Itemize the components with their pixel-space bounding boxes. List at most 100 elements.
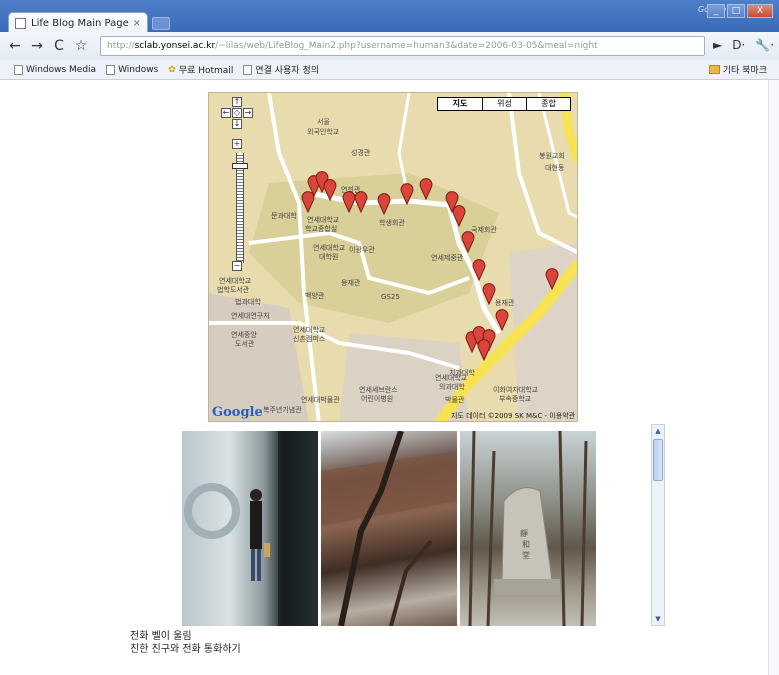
map-label: 법학도서관 [217,286,250,294]
map-type-hybrid-button[interactable]: 종합 [526,98,570,110]
folder-icon [708,65,720,74]
star-icon[interactable]: ☆ [72,38,90,54]
photo-lobby[interactable] [182,431,318,626]
pan-right-button[interactable]: → [243,108,253,118]
zoom-in-button[interactable]: + [232,139,242,149]
pan-up-button[interactable]: ↑ [232,97,242,107]
url-prefix: http:// [107,41,135,51]
bookmark-label: Windows Media [26,64,97,75]
map-label: 성경관 [351,149,371,157]
map-label: 법과대학 [235,298,261,306]
map-label: 치과대학 [449,369,475,377]
map-copyright[interactable]: 지도 데이터 ©2009 SK M&C - 이용약관 [451,411,575,421]
pan-center-button[interactable]: ◇ [232,108,242,118]
stone-inscription: 靜 [520,528,528,538]
pan-left-button[interactable]: ← [221,108,231,118]
bookmark-label: 기타 북마크 [722,66,767,76]
map-label: 용재관 [495,299,515,307]
photo-scrollbar[interactable]: ▲ ▼ [651,424,665,626]
zoom-control: ↑ ← ◇ → ↓ + − [217,97,257,272]
map-label: 백양관 [305,292,325,300]
bookmark-windows[interactable]: Windows [106,64,158,75]
map-label: 의과대학 [439,383,465,391]
page-right-edge [768,80,779,675]
map-label: 국제회관 [471,226,497,234]
zoom-slider[interactable] [236,153,244,263]
map-label: 도서관 [235,340,255,348]
wrench-icon[interactable]: 🔧· [755,38,774,52]
bookmark-windows-media[interactable]: Windows Media [14,64,97,75]
person-body [250,501,262,549]
stone-inscription: 和 [522,540,530,549]
window-controls: _ □ X [707,4,773,18]
map-label: 부속중학교 [499,395,532,403]
photo-lobby-content [184,431,318,626]
forward-button[interactable]: → [28,38,46,54]
toolbar-right: ► D· 🔧· [713,38,774,52]
back-button[interactable]: ← [6,38,24,54]
map-label: 서울 [317,118,330,126]
close-window-button[interactable]: X [747,4,773,18]
close-icon[interactable]: × [133,18,141,29]
page-icon [106,64,116,75]
reload-button[interactable]: C [50,38,68,54]
scroll-up-icon[interactable]: ▲ [652,425,664,437]
stone-base [494,579,560,595]
photo-monument-content: 靜 和 堂 [468,431,588,626]
map-label: 봉원교회 [539,152,565,160]
scroll-thumb[interactable] [653,439,663,481]
photo-caption: 전화 벨이 울림 친한 친구와 전화 통화하기 [130,630,241,656]
map-label: 학교종합실 [305,225,338,233]
map-label: 외국인학교 [307,128,340,136]
map-label: 복주년기념관 [263,406,302,414]
tab-life-blog[interactable]: Life Blog Main Page × [8,12,148,34]
map-tiles [209,93,577,421]
pan-down-button[interactable]: ↓ [232,119,242,129]
zoom-slider-thumb[interactable] [232,163,248,169]
map-type-control: 지도 위성 종합 [437,97,571,111]
photo-stone-monument[interactable]: 靜 和 堂 [460,431,596,626]
person-leg [257,549,261,581]
map-label: 학생회관 [379,219,405,227]
map-label: 용재관 [341,279,361,287]
page-icon [15,18,26,29]
map-label: 대학원 [319,253,339,261]
title-bar: Life Blog Main Page × Google _ □ X [0,0,779,34]
map-label: 박물관 [445,396,465,404]
minimize-button[interactable]: _ [707,4,725,18]
bookmark-label: 연결 사용자 정의 [255,66,320,76]
maximize-button[interactable]: □ [727,4,745,18]
map-label: 연세제중관 [431,254,464,262]
map-label: GS25 [381,293,400,301]
photo-tree-content [321,431,457,626]
map-label: 대현동 [545,164,565,172]
caption-line-2: 친한 친구와 전화 통화하기 [130,644,241,655]
page-icon [14,64,23,75]
bag [264,543,270,557]
bookmark-hotmail[interactable]: ✿ 무료 Hotmail [168,63,234,77]
address-bar[interactable]: http://sclab.yonsei.ac.kr/~lilas/web/Lif… [100,36,705,56]
go-button[interactable]: ► [713,38,722,52]
other-bookmarks[interactable]: 기타 북마크 [708,63,767,76]
page-icon [243,64,253,75]
msn-butterfly-icon: ✿ [168,64,176,75]
photo-tree-wall[interactable] [321,431,457,626]
person-head [250,489,262,501]
dark-pillar [278,431,318,626]
bookmark-custom-links[interactable]: 연결 사용자 정의 [243,63,319,76]
caption-line-1: 전화 벨이 울림 [130,631,192,642]
map-label: 연세대박물관 [301,396,340,404]
new-tab-button[interactable] [152,17,170,30]
map-type-map-button[interactable]: 지도 [438,98,482,110]
page-menu-button[interactable]: D· [732,38,745,52]
map-type-satellite-button[interactable]: 위성 [482,98,526,110]
person-leg [251,549,255,581]
zoom-out-button[interactable]: − [232,261,242,271]
map-label: 문과대학 [271,212,297,220]
bookmark-label: 무료 Hotmail [178,66,234,76]
tree-trunk [338,431,404,626]
scroll-down-icon[interactable]: ▼ [652,613,664,625]
bookmarks-bar: Windows Media Windows ✿ 무료 Hotmail 연결 사용… [0,60,779,80]
google-map[interactable]: ↑ ← ◇ → ↓ + − 지도 위성 종합 서울 외국인학교 성경관 연희관 … [208,92,578,422]
google-logo[interactable]: Google [212,405,263,420]
